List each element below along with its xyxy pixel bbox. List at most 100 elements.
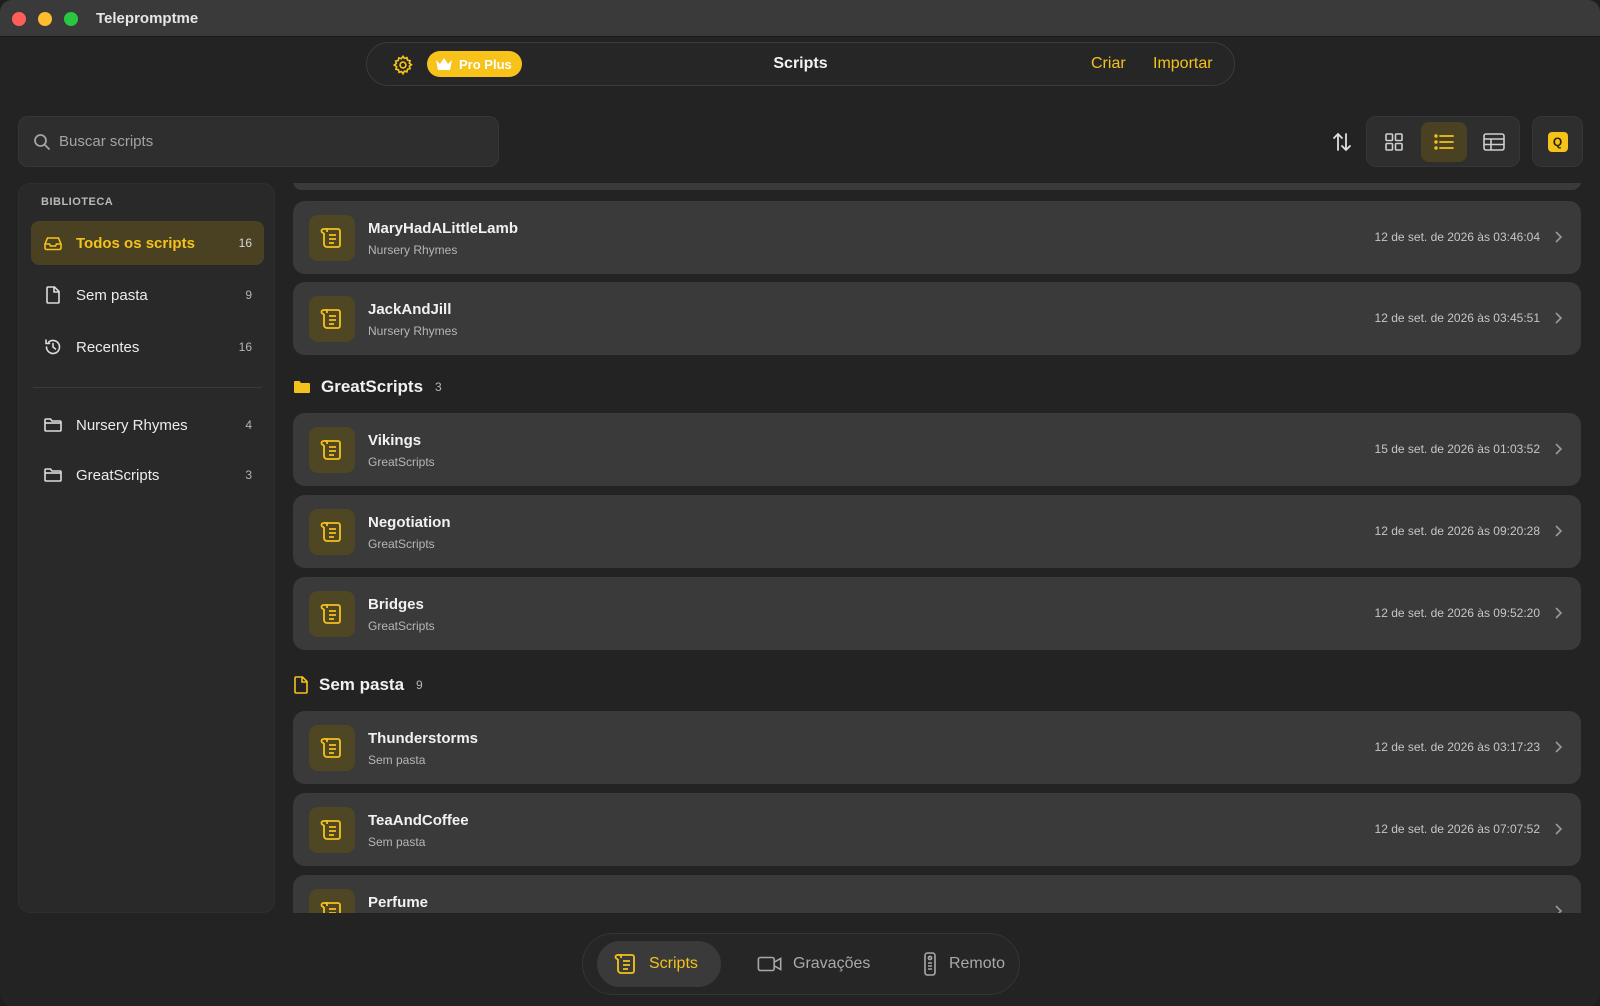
tab-label: Scripts [649,955,698,972]
script-row[interactable]: TeaAndCoffee Sem pasta 12 de set. de 202… [293,793,1581,866]
script-folder: GreatScripts [368,455,435,469]
app-window: Telepromptme Scripts Pro Plus Criar Impo… [0,0,1600,1006]
tray-icon [44,237,62,251]
script-date: 15 de set. de 2026 às 01:03:52 [1374,442,1540,456]
view-mode-switcher [1366,116,1520,167]
sidebar-item-label: Recentes [76,338,140,356]
minimize-window-button[interactable] [38,12,52,26]
script-date: 12 de set. de 2026 às 09:52:20 [1374,606,1540,620]
close-window-button[interactable] [12,12,26,26]
script-list[interactable]: MaryHadALittleLamb Nursery Rhymes 12 de … [293,183,1581,913]
script-folder: GreatScripts [368,537,435,551]
chevron-right-icon [1555,443,1563,455]
list-item[interactable] [293,183,1581,190]
table-icon [1483,133,1505,151]
script-title: Perfume [368,894,429,911]
chevron-right-icon [1555,905,1563,913]
quick-action-button[interactable]: Q [1532,116,1583,167]
video-camera-icon [757,956,782,972]
tab-label: Gravações [793,955,871,972]
script-date: 12 de set. de 2026 às 09:20:28 [1374,524,1540,538]
script-title: Negotiation [368,514,451,531]
script-icon [309,427,355,473]
list-view-button[interactable] [1421,122,1467,162]
script-folder: Nursery Rhymes [368,324,458,338]
group-title: GreatScripts [321,377,424,396]
script-date: 12 de set. de 2026 às 03:46:04 [1374,230,1540,244]
sidebar-item-recent[interactable]: Recentes 16 [31,325,264,369]
script-row[interactable]: JackAndJill Nursery Rhymes 12 de set. de… [293,282,1581,355]
sidebar: BIBLIOTECA Todos os scripts 16 Sem pasta… [18,183,275,913]
title-bar: Telepromptme [0,0,1600,37]
script-title: Vikings [368,432,422,449]
document-icon [46,286,60,304]
sort-icon[interactable] [1330,130,1354,154]
folder-icon [294,381,310,393]
script-folder: Sem pasta [368,753,426,767]
sidebar-divider [33,387,262,388]
group-count: 3 [435,380,442,394]
table-view-button[interactable] [1471,122,1517,162]
sidebar-folder-greatscripts[interactable]: GreatScripts 3 [31,453,264,497]
script-icon [309,591,355,637]
sidebar-folder-nursery-rhymes[interactable]: Nursery Rhymes 4 [31,403,264,447]
grid-icon [1385,133,1403,151]
tab-remote[interactable]: Remoto [905,941,1005,987]
script-icon [309,509,355,555]
quick-action-icon: Q [1547,131,1568,152]
chevron-right-icon [1555,823,1563,835]
zoom-window-button[interactable] [64,12,78,26]
script-date: 12 de set. de 2026 às 03:45:51 [1374,311,1540,325]
search-icon [34,134,51,151]
grid-view-button[interactable] [1371,122,1417,162]
chevron-right-icon [1555,525,1563,537]
scroll-icon [614,954,635,974]
sidebar-item-label: Nursery Rhymes [76,416,188,434]
group-header-no-folder: Sem pasta 9 [293,671,423,699]
history-icon [45,339,61,355]
script-row[interactable]: Bridges GreatScripts 12 de set. de 2026 … [293,577,1581,650]
script-row[interactable]: Vikings GreatScripts 15 de set. de 2026 … [293,413,1581,486]
tab-recordings[interactable]: Gravações [741,941,871,987]
script-title: JackAndJill [368,301,452,318]
import-button[interactable]: Importar [1153,55,1213,73]
search-input[interactable] [59,117,479,166]
sidebar-item-label: Sem pasta [76,286,148,304]
sidebar-item-no-folder[interactable]: Sem pasta 9 [31,273,264,317]
pro-plus-label: Pro Plus [459,56,512,72]
script-icon [309,215,355,261]
script-title: Bridges [368,596,424,613]
group-title: Sem pasta [319,675,405,694]
search-box [18,116,499,167]
folder-icon [44,468,62,482]
script-row[interactable]: Perfume [293,875,1581,913]
script-folder: Sem pasta [368,835,426,849]
remote-icon [924,952,936,976]
script-title: MaryHadALittleLamb [368,220,519,237]
script-icon [309,725,355,771]
script-row[interactable]: MaryHadALittleLamb Nursery Rhymes 12 de … [293,201,1581,274]
sidebar-item-count: 4 [245,418,252,432]
sidebar-item-count: 3 [245,468,252,482]
group-count: 9 [416,678,423,692]
script-title: TeaAndCoffee [368,812,469,829]
sidebar-section-label: BIBLIOTECA [41,196,114,208]
script-icon [309,296,355,342]
pro-plus-badge[interactable]: Pro Plus [427,51,522,77]
sidebar-item-all-scripts[interactable]: Todos os scripts 16 [31,221,264,265]
tab-scripts[interactable]: Scripts [597,941,721,987]
chevron-right-icon [1555,741,1563,753]
chevron-right-icon [1555,312,1563,324]
document-icon [294,676,308,694]
script-icon [309,889,355,913]
sidebar-item-count: 9 [245,288,252,302]
script-row[interactable]: Negotiation GreatScripts 12 de set. de 2… [293,495,1581,568]
bottom-tab-bar: Scripts Gravações Remoto [582,933,1020,995]
script-folder: Nursery Rhymes [368,243,458,257]
script-date: 12 de set. de 2026 às 07:07:52 [1374,822,1540,836]
gear-icon[interactable] [392,54,414,76]
sidebar-item-label: GreatScripts [76,466,160,484]
top-toolbar: Scripts Pro Plus Criar Importar [366,42,1235,86]
script-row[interactable]: Thunderstorms Sem pasta 12 de set. de 20… [293,711,1581,784]
create-button[interactable]: Criar [1091,55,1126,73]
